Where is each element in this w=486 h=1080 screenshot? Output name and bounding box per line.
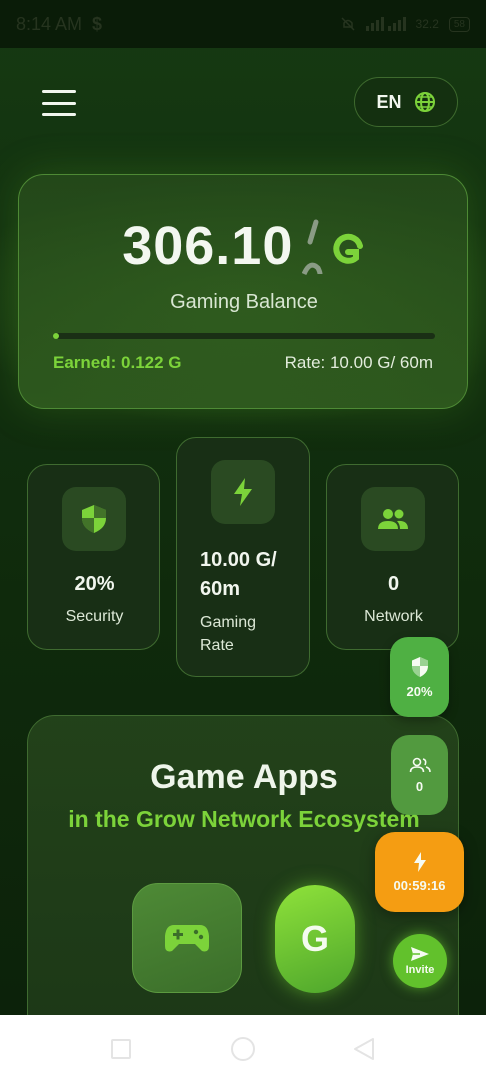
invite-button[interactable]: Invite <box>393 934 447 988</box>
menu-line <box>42 90 76 93</box>
mute-icon <box>340 17 355 31</box>
earned-amount: Earned: 0.122 G <box>53 353 182 372</box>
gaming-rate-value: 10.00 G/ 60m <box>200 546 277 604</box>
invite-label: Invite <box>405 964 435 976</box>
back-icon[interactable] <box>353 1037 375 1061</box>
network-card[interactable]: 0 Network <box>326 464 459 650</box>
security-icon-box <box>62 487 126 551</box>
gaming-rate-label-line2: Rate <box>200 637 234 654</box>
network-label: Network <box>364 608 423 625</box>
globe-icon <box>414 92 435 112</box>
status-bar: 8:14 AM $ 32.2 58 <box>0 0 486 48</box>
g-coin-icon <box>301 216 366 276</box>
hamburger-menu-button[interactable] <box>42 90 76 116</box>
balance-value: 306.10 <box>122 216 294 276</box>
gaming-balance-card: 306.10 Gaming Balance Earned: 0.122 G Ra… <box>18 174 468 409</box>
menu-line <box>42 113 76 116</box>
network-icon-box <box>361 487 425 551</box>
menu-line <box>42 101 76 105</box>
floating-network-value: 0 <box>415 778 424 794</box>
grow-app-tile[interactable]: G <box>275 885 355 993</box>
language-label: EN <box>376 91 402 112</box>
floating-timer-value: 00:59:16 <box>393 877 446 893</box>
gaming-rate-value-line2: 60m <box>200 578 241 600</box>
lightning-icon <box>413 851 426 872</box>
game-app-tile[interactable] <box>132 883 242 993</box>
dollar-icon: $ <box>92 13 103 34</box>
app-screen: 8:14 AM $ 32.2 58 EN 306.10 Gaming Balan… <box>0 0 486 1015</box>
earning-rate: Rate: 10.00 G/ 60m <box>284 353 433 372</box>
home-icon[interactable] <box>231 1037 255 1061</box>
status-indicators: 32.2 58 <box>340 16 470 32</box>
earning-progress-bar <box>53 333 435 339</box>
security-card[interactable]: 20% Security <box>27 464 160 650</box>
shield-icon <box>411 656 428 677</box>
gaming-rate-label-line1: Gaming <box>200 614 257 631</box>
gaming-rate-label: Gaming Rate <box>200 611 256 657</box>
gaming-rate-icon-box <box>211 460 275 524</box>
gamepad-icon <box>165 925 209 952</box>
balance-row: 306.10 <box>19 215 469 277</box>
shield-icon <box>82 505 106 533</box>
earning-progress-fill <box>53 333 59 339</box>
balance-label: Gaming Balance <box>170 291 318 313</box>
gaming-rate-card[interactable]: 10.00 G/ 60m Gaming Rate <box>176 437 310 677</box>
floating-security-value: 20% <box>406 683 433 699</box>
signal-icon <box>365 17 406 31</box>
game-apps-subtitle: in the Grow Network Ecosystem <box>68 806 420 832</box>
gaming-rate-value-line1: 10.00 G/ <box>200 549 277 571</box>
security-value: 20% <box>74 573 115 595</box>
users-icon <box>409 757 431 772</box>
recent-apps-icon[interactable] <box>111 1039 131 1059</box>
floating-timer-button[interactable]: 00:59:16 <box>375 832 464 912</box>
floating-network-button[interactable]: 0 <box>391 735 448 815</box>
language-selector-button[interactable]: EN <box>354 77 458 127</box>
network-value: 0 <box>387 573 400 595</box>
network-speed: 32.2 <box>415 17 439 31</box>
battery-icon: 58 <box>448 16 470 32</box>
security-label: Security <box>65 608 124 625</box>
system-navigation-bar <box>0 1015 486 1080</box>
lightning-icon <box>234 478 252 506</box>
users-icon <box>378 509 408 529</box>
floating-security-button[interactable]: 20% <box>390 637 449 717</box>
status-time: 8:14 AM <box>16 13 83 34</box>
send-icon <box>411 947 429 961</box>
